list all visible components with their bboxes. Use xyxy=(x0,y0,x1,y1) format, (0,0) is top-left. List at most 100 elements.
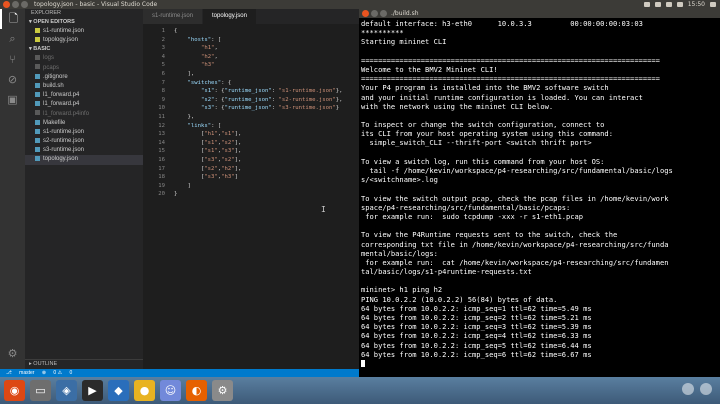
terminal-line: corresponding txt file in /home/kevin/wo… xyxy=(361,239,669,249)
vscode-icon[interactable]: ◆ xyxy=(108,380,129,401)
file-tree-item[interactable]: s3-runtime.json xyxy=(25,146,143,155)
code-line: ["h1","s1"], xyxy=(174,131,242,138)
file-icon xyxy=(35,73,40,79)
mouse-cursor: I xyxy=(321,205,326,214)
terminal-prompt-line[interactable] xyxy=(361,359,719,368)
terminal-line: its CLI from your host operating system … xyxy=(361,129,613,139)
file-tree-item[interactable]: Makefile xyxy=(25,119,143,128)
code-line: ["s1","s3"], xyxy=(174,148,242,155)
json-file-icon xyxy=(35,27,40,33)
tray-icon[interactable] xyxy=(682,383,694,395)
close-icon[interactable] xyxy=(362,10,369,17)
folder-label: BASIC xyxy=(33,46,51,53)
firefox-icon[interactable]: ◐ xyxy=(186,380,207,401)
files-icon[interactable]: 🗋 xyxy=(0,9,25,29)
open-editors-label: OPEN EDITORS xyxy=(33,19,75,25)
terminal-window-controls xyxy=(362,10,387,17)
debug-icon[interactable]: ⊘ xyxy=(0,69,25,89)
discord-icon[interactable]: ☺ xyxy=(160,380,181,401)
terminal-line: default interface: h3-eth0 10.0.3.3 00:0… xyxy=(361,19,643,28)
tab-s1-runtime[interactable]: s1-runtime.json xyxy=(143,9,204,24)
editor-area: s1-runtime.json topology.json 1 {2 "hosts… xyxy=(143,9,359,369)
open-editor-item[interactable]: s1-runtime.json xyxy=(25,27,143,36)
battery-icon[interactable] xyxy=(665,2,672,7)
outline-header[interactable]: ▸ OUTLINE xyxy=(25,359,147,369)
code-line: "s2": {"runtime_json": "s2-runtime.json"… xyxy=(200,96,343,103)
terminal-titlebar: ./build.sh xyxy=(359,9,720,18)
terminal-line: 64 bytes from 10.0.2.2: icmp_seq=6 ttl=6… xyxy=(361,349,592,359)
line-number: 16 xyxy=(158,157,165,163)
terminal-line: 64 bytes from 10.0.2.2: icmp_seq=5 ttl=6… xyxy=(361,340,592,350)
file-tree-item[interactable]: .gitignore xyxy=(25,73,143,82)
network-icon[interactable] xyxy=(643,2,650,7)
tray-icon[interactable] xyxy=(700,383,712,395)
file-tree-item[interactable]: logs xyxy=(25,54,143,63)
terminal-line: To inspect or change the switch configur… xyxy=(361,120,605,130)
search-icon[interactable]: ⌕ xyxy=(0,29,25,49)
gear-icon[interactable] xyxy=(710,2,716,7)
minimize-icon[interactable] xyxy=(12,1,19,8)
terminal-line: tail -f /home/kevin/workspace/p4-researc… xyxy=(361,166,673,175)
folder-header[interactable]: ▾ BASIC xyxy=(25,45,143,54)
line-number: 12 xyxy=(158,122,165,129)
browser-icon[interactable]: ◈ xyxy=(56,380,77,401)
editor-tabs: s1-runtime.json topology.json xyxy=(143,9,359,24)
file-tree-item[interactable]: s1-runtime.json xyxy=(25,128,143,137)
terminal-line: space/p4-researching/src/fundamental/bas… xyxy=(361,202,571,212)
code-view[interactable]: 1{2 "hosts": [3 "h1", 4 "h2", 5 "h3" 6 ], 7 … xyxy=(143,24,359,369)
code-line: "links": [ xyxy=(187,122,222,129)
open-editor-item[interactable]: topology.json xyxy=(25,36,143,45)
code-line: }, xyxy=(174,114,195,120)
code-line: "s3": {"runtime_json": "s3-runtime.json"… xyxy=(200,105,340,112)
ubuntu-icon[interactable]: ◉ xyxy=(4,380,25,401)
code-line: ["s3","h3"] xyxy=(174,174,239,181)
terminal-line: simple_switch_CLI --thrift-port <switch … xyxy=(361,138,592,148)
line-number: 4 xyxy=(161,53,165,60)
branch-indicator[interactable]: ⎇ master xyxy=(6,370,34,376)
file-tree-item[interactable]: l1_forward.p4 xyxy=(25,100,143,109)
terminal-line: ********** xyxy=(361,28,404,38)
terminal-line: Welcome to the BMV2 Mininet CLI! xyxy=(361,64,498,74)
taskbar: ◉ ▭ ◈ ▶ ◆ ● ☺ ◐ ⚙ xyxy=(0,377,720,404)
line-number: 14 xyxy=(158,139,165,146)
file-tree-item[interactable]: topology.json xyxy=(25,155,143,165)
line-number: 5 xyxy=(161,62,165,69)
file-tree-item[interactable]: s2-runtime.json xyxy=(25,137,143,146)
terminal-line: To view the switch output pcap, check th… xyxy=(361,193,669,203)
open-editors-header[interactable]: ▾ OPEN EDITORS xyxy=(25,18,143,27)
settings-icon[interactable]: ⚙ xyxy=(212,380,233,401)
line-number: 8 xyxy=(161,88,165,95)
source-control-icon[interactable]: ⑂ xyxy=(0,49,25,69)
terminal-line: Your P4 program is installed into the BM… xyxy=(361,83,609,93)
terminal-window[interactable]: ./build.sh default interface: h3-eth0 10… xyxy=(359,9,720,377)
settings-gear-icon[interactable]: ⚙ xyxy=(0,343,25,363)
file-tree-item[interactable]: l1_forward.p4 xyxy=(25,91,143,100)
maximize-icon[interactable] xyxy=(380,10,387,17)
code-line: "h1", xyxy=(200,45,218,52)
terminal-line: ========================================… xyxy=(361,55,660,65)
terminal-line: 64 bytes from 10.0.2.2: icmp_seq=2 ttl=6… xyxy=(361,313,592,322)
clock[interactable]: 15:50 xyxy=(688,0,705,9)
terminal-output[interactable]: default interface: h3-eth0 10.0.3.3 00:0… xyxy=(361,19,719,368)
maximize-icon[interactable] xyxy=(21,1,28,8)
terminal-line: for example run: sudo tcpdump -xxx -r s1… xyxy=(361,211,584,221)
terminal-line: PING 10.0.2.2 (10.0.2.2) 56(84) bytes of… xyxy=(361,294,558,304)
volume-icon[interactable] xyxy=(676,2,683,7)
keyboard-icon[interactable] xyxy=(654,2,661,7)
terminal-line: Starting mininet CLI xyxy=(361,37,447,47)
minimize-icon[interactable] xyxy=(371,10,378,17)
file-tree-item[interactable]: l1_forward.p4info xyxy=(25,110,143,119)
file-tree-item[interactable]: build.sh xyxy=(25,82,143,91)
file-tree-item[interactable]: pcaps xyxy=(25,64,143,73)
files-icon[interactable]: ▭ xyxy=(30,380,51,401)
problems-indicator[interactable]: ⊗ 0 ⚠ 0 xyxy=(42,370,72,376)
terminal-icon[interactable]: ▶ xyxy=(82,380,103,401)
top-panel: topology.json - basic - Visual Studio Co… xyxy=(0,0,720,9)
tab-topology[interactable]: topology.json xyxy=(203,9,257,24)
chrome-icon[interactable]: ● xyxy=(134,380,155,401)
extensions-icon[interactable]: ▣ xyxy=(0,89,25,109)
close-icon[interactable] xyxy=(3,1,10,8)
